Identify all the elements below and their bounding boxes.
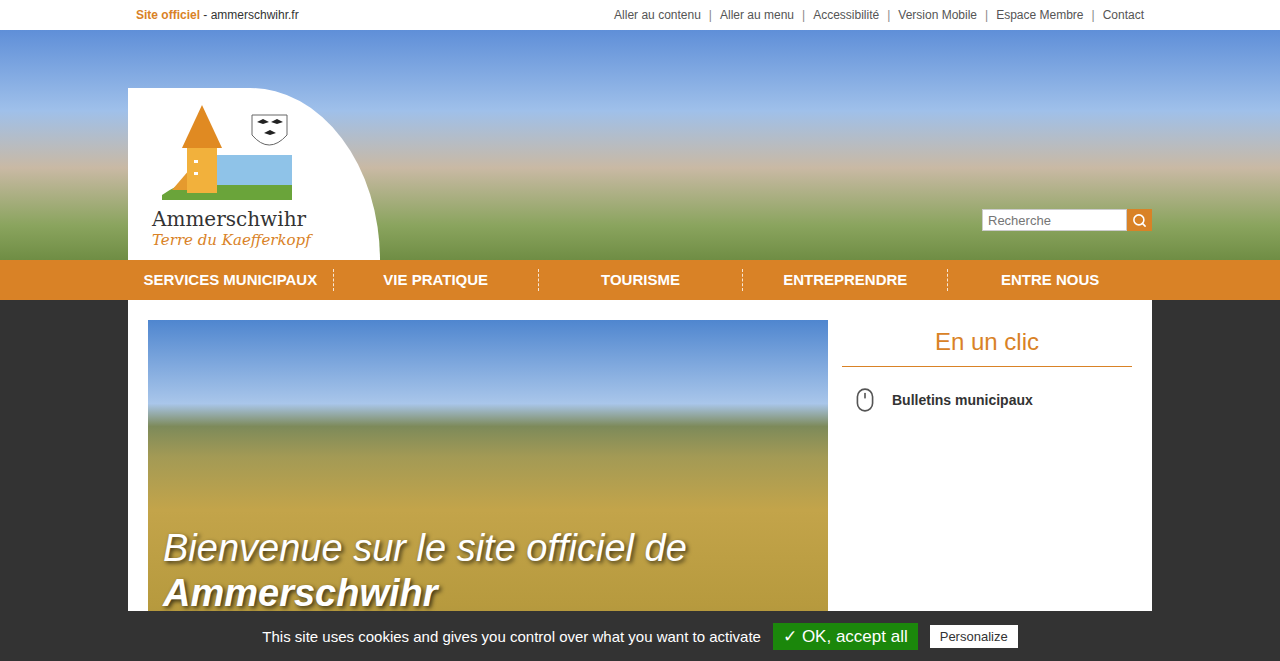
cookie-bar: This site uses cookies and gives you con…	[0, 611, 1280, 661]
site-id: Site officiel - ammerschwihr.fr	[136, 8, 299, 22]
top-link[interactable]: Contact	[1103, 8, 1144, 22]
nav-item[interactable]: VIE PRATIQUE	[333, 269, 538, 291]
top-link[interactable]: Accessibilité	[813, 8, 879, 22]
search-icon	[1132, 213, 1147, 228]
logo-icon	[152, 100, 302, 205]
link-separator: |	[701, 8, 720, 22]
top-link[interactable]: Aller au menu	[720, 8, 794, 22]
header-photo: AmmerschwihrTerre du Kaefferkopf	[0, 30, 1280, 260]
search-input[interactable]	[982, 209, 1127, 231]
top-bar: Site officiel - ammerschwihr.fr Aller au …	[0, 0, 1280, 30]
sidebar: En un clic Bulletins municipaux	[842, 320, 1132, 661]
accept-button[interactable]: ✓ OK, accept all	[773, 623, 918, 650]
hero-line: Bienvenue sur le site officiel de	[163, 526, 687, 571]
sidebar-item[interactable]: Bulletins municipaux	[842, 387, 1132, 413]
top-link[interactable]: Aller au contenu	[614, 8, 701, 22]
link-separator: |	[977, 8, 996, 22]
link-separator: |	[1084, 8, 1103, 22]
link-separator: |	[794, 8, 813, 22]
mouse-icon	[852, 387, 878, 413]
cookie-message: This site uses cookies and gives you con…	[262, 628, 761, 645]
sidebar-title: En un clic	[842, 328, 1132, 367]
search-box	[982, 209, 1152, 231]
nav-item[interactable]: ENTREPRENDRE	[742, 269, 947, 291]
nav-item[interactable]: TOURISME	[538, 269, 743, 291]
site-label: Site officiel	[136, 8, 200, 22]
hero-title: Ammerschwihr	[163, 571, 687, 616]
main-nav: SERVICES MUNICIPAUXVIE PRATIQUETOURISMEE…	[0, 260, 1280, 300]
link-separator: |	[879, 8, 898, 22]
logo-tagline: Terre du Kaefferkopf	[152, 231, 380, 249]
logo-name: Ammerschwihr	[152, 207, 380, 231]
site-domain: ammerschwihr.fr	[211, 8, 299, 22]
top-link[interactable]: Version Mobile	[898, 8, 977, 22]
content-panel: Bienvenue sur le site officiel deAmmersc…	[128, 300, 1152, 661]
top-links: Aller au contenu|Aller au menu|Accessibi…	[614, 8, 1144, 22]
main: Bienvenue sur le site officiel deAmmersc…	[0, 300, 1280, 661]
logo[interactable]: AmmerschwihrTerre du Kaefferkopf	[128, 88, 380, 260]
search-button[interactable]	[1127, 209, 1152, 231]
hero-text: Bienvenue sur le site officiel deAmmersc…	[163, 526, 687, 616]
nav-item[interactable]: SERVICES MUNICIPAUX	[128, 269, 333, 291]
hero-photo: Bienvenue sur le site officiel deAmmersc…	[148, 320, 828, 661]
personalize-button[interactable]: Personalize	[930, 625, 1018, 648]
top-link[interactable]: Espace Membre	[996, 8, 1083, 22]
nav-item[interactable]: ENTRE NOUS	[947, 269, 1152, 291]
